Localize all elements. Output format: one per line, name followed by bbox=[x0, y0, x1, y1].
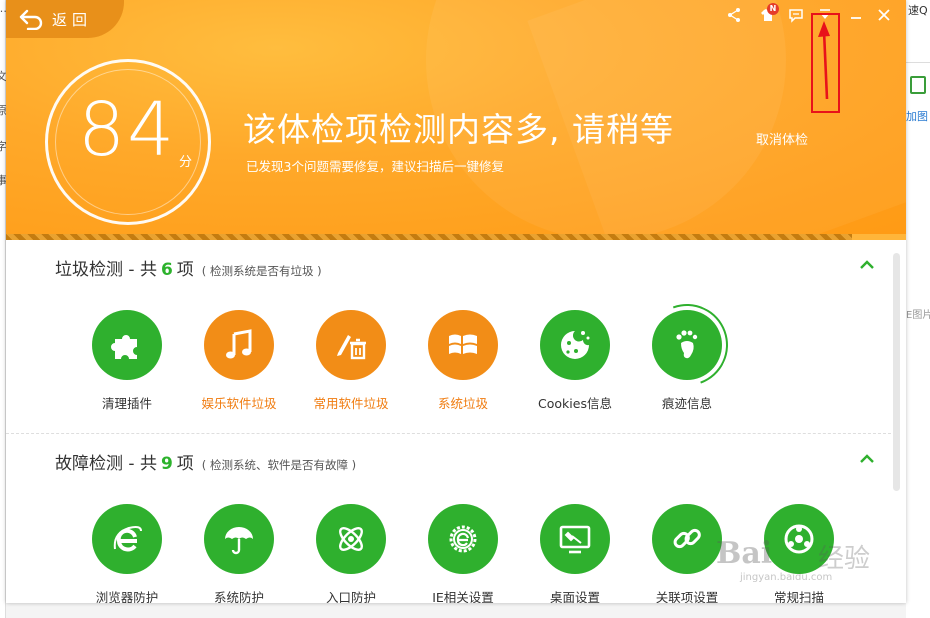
item-badge bbox=[540, 504, 610, 574]
bg-divider bbox=[906, 62, 930, 63]
add-image-label[interactable]: 加图 bbox=[906, 108, 928, 124]
score-value: 84 bbox=[78, 87, 177, 173]
section-count: 6 bbox=[160, 260, 173, 280]
item-label: 系统垃圾 bbox=[437, 396, 488, 411]
puzzle-icon bbox=[111, 335, 137, 359]
item-label: 入口防护 bbox=[325, 590, 376, 603]
ie-gear-icon bbox=[449, 525, 477, 553]
check-item-desktop-settings[interactable]: 桌面设置 bbox=[520, 504, 630, 603]
section-unit: 项 bbox=[176, 260, 194, 280]
check-item-clean-plugins[interactable]: 清理插件 bbox=[72, 310, 182, 412]
music-icon bbox=[226, 329, 252, 359]
score-unit: 分 bbox=[179, 155, 193, 170]
item-badge bbox=[428, 504, 498, 574]
back-arrow-icon bbox=[19, 9, 43, 30]
status-title: 该体检项检测内容多, 请稍等 bbox=[243, 110, 674, 149]
item-badge bbox=[92, 310, 162, 380]
watermark-brand: Bai bbox=[716, 536, 773, 571]
item-label: 桌面设置 bbox=[549, 590, 600, 603]
section-unit: 项 bbox=[176, 454, 194, 474]
bg-title-fragment: 速Q bbox=[908, 4, 928, 17]
item-badge bbox=[316, 504, 386, 574]
vertical-scrollbar[interactable] bbox=[893, 253, 900, 491]
skin-button[interactable]: N bbox=[757, 3, 779, 26]
annotation-highlight-box bbox=[811, 13, 840, 113]
pen-trash-icon bbox=[337, 335, 366, 360]
item-badge bbox=[316, 310, 386, 380]
feedback-button[interactable] bbox=[785, 4, 807, 26]
item-label: 痕迹信息 bbox=[661, 396, 712, 411]
section-note: ( 检测系统、软件是否有故障 ) bbox=[201, 458, 357, 472]
scanning-spinner bbox=[632, 290, 742, 400]
share-icon bbox=[728, 8, 740, 22]
check-item-browser-protection[interactable]: 浏览器防护 bbox=[72, 504, 182, 603]
item-label: 系统防护 bbox=[213, 590, 264, 603]
item-label: Cookies信息 bbox=[538, 396, 612, 411]
cookie-icon bbox=[561, 331, 590, 359]
item-label: IE相关设置 bbox=[432, 590, 494, 603]
background-app-right: 速Q 加图 E图片 bbox=[906, 0, 930, 618]
watermark-url: jingyan.baidu.com bbox=[740, 572, 833, 583]
desktop: … 文 原 字 事 速Q 加图 E图片 返回 bbox=[0, 0, 930, 618]
close-button[interactable] bbox=[873, 4, 895, 26]
desktop-icon bbox=[559, 525, 591, 554]
close-icon bbox=[878, 9, 890, 21]
windows-icon bbox=[449, 334, 477, 354]
new-badge: N bbox=[767, 3, 779, 15]
check-item-entertainment-junk[interactable]: 娱乐软件垃圾 bbox=[184, 310, 294, 412]
section-divider bbox=[6, 433, 891, 434]
item-label: 娱乐软件垃圾 bbox=[201, 396, 277, 411]
link-icon bbox=[673, 528, 701, 549]
ie-icon bbox=[113, 526, 142, 552]
check-item-common-software-junk[interactable]: 常用软件垃圾 bbox=[296, 310, 406, 412]
item-label: 常规扫描 bbox=[773, 590, 824, 603]
message-icon bbox=[789, 9, 803, 23]
item-badge bbox=[92, 504, 162, 574]
check-item-cookies[interactable]: Cookies信息 bbox=[520, 310, 630, 412]
item-label: 浏览器防护 bbox=[95, 590, 159, 603]
back-button[interactable]: 返回 bbox=[6, 0, 124, 38]
section-title-fault: 故障检测 - 共 9 项 ( 检测系统、软件是否有故障 ) bbox=[55, 449, 356, 474]
minimize-button[interactable] bbox=[845, 4, 867, 26]
item-badge bbox=[652, 504, 722, 574]
section-note: ( 检测系统是否有垃圾 ) bbox=[201, 264, 322, 278]
status-subtitle: 已发现3个问题需要修复，建议扫描后一键修复 bbox=[246, 159, 504, 174]
check-item-entry-protection[interactable]: 入口防护 bbox=[296, 504, 406, 603]
add-image-icon[interactable] bbox=[910, 76, 926, 94]
item-badge bbox=[428, 310, 498, 380]
item-badge bbox=[204, 504, 274, 574]
scan-progress-bar bbox=[6, 234, 906, 240]
cancel-checkup-link[interactable]: 取消体检 bbox=[756, 129, 808, 148]
chevron-up-icon[interactable] bbox=[858, 258, 876, 272]
section-title-text: 垃圾检测 - 共 bbox=[55, 260, 157, 280]
back-label: 返回 bbox=[52, 10, 93, 29]
item-label: 清理插件 bbox=[101, 396, 152, 411]
item-badge bbox=[204, 310, 274, 380]
check-item-system-protection[interactable]: 系统防护 bbox=[184, 504, 294, 603]
check-item-traces[interactable]: 痕迹信息 bbox=[632, 290, 742, 412]
section-title-junk: 垃圾检测 - 共 6 项 ( 检测系统是否有垃圾 ) bbox=[55, 255, 322, 280]
checkup-window: 返回 N 84 分 该体检项检测内容多, 请稍等 已发现3个问题需要修复，建议扫… bbox=[6, 0, 906, 603]
watermark-brand-tail: 经验 bbox=[818, 544, 871, 574]
scan-icon bbox=[784, 524, 814, 554]
header-panel: 返回 N 84 分 该体检项检测内容多, 请稍等 已发现3个问题需要修复，建议扫… bbox=[6, 0, 906, 240]
annotation-arrow-icon bbox=[818, 21, 830, 100]
minimize-icon bbox=[851, 17, 861, 19]
bg-text-fragment: E图片 bbox=[906, 310, 930, 321]
umbrella-icon bbox=[225, 527, 253, 555]
scan-progress-fill bbox=[6, 234, 852, 240]
section-count: 9 bbox=[160, 454, 173, 474]
item-label: 关联项设置 bbox=[655, 590, 719, 603]
atom-icon bbox=[339, 527, 363, 551]
share-button[interactable] bbox=[723, 4, 745, 26]
check-item-ie-settings[interactable]: IE相关设置 bbox=[408, 504, 518, 603]
section-title-text: 故障检测 - 共 bbox=[55, 454, 157, 474]
check-item-system-junk[interactable]: 系统垃圾 bbox=[408, 310, 518, 412]
item-label: 常用软件垃圾 bbox=[313, 396, 389, 411]
chevron-up-icon[interactable] bbox=[858, 452, 876, 466]
item-badge bbox=[540, 310, 610, 380]
